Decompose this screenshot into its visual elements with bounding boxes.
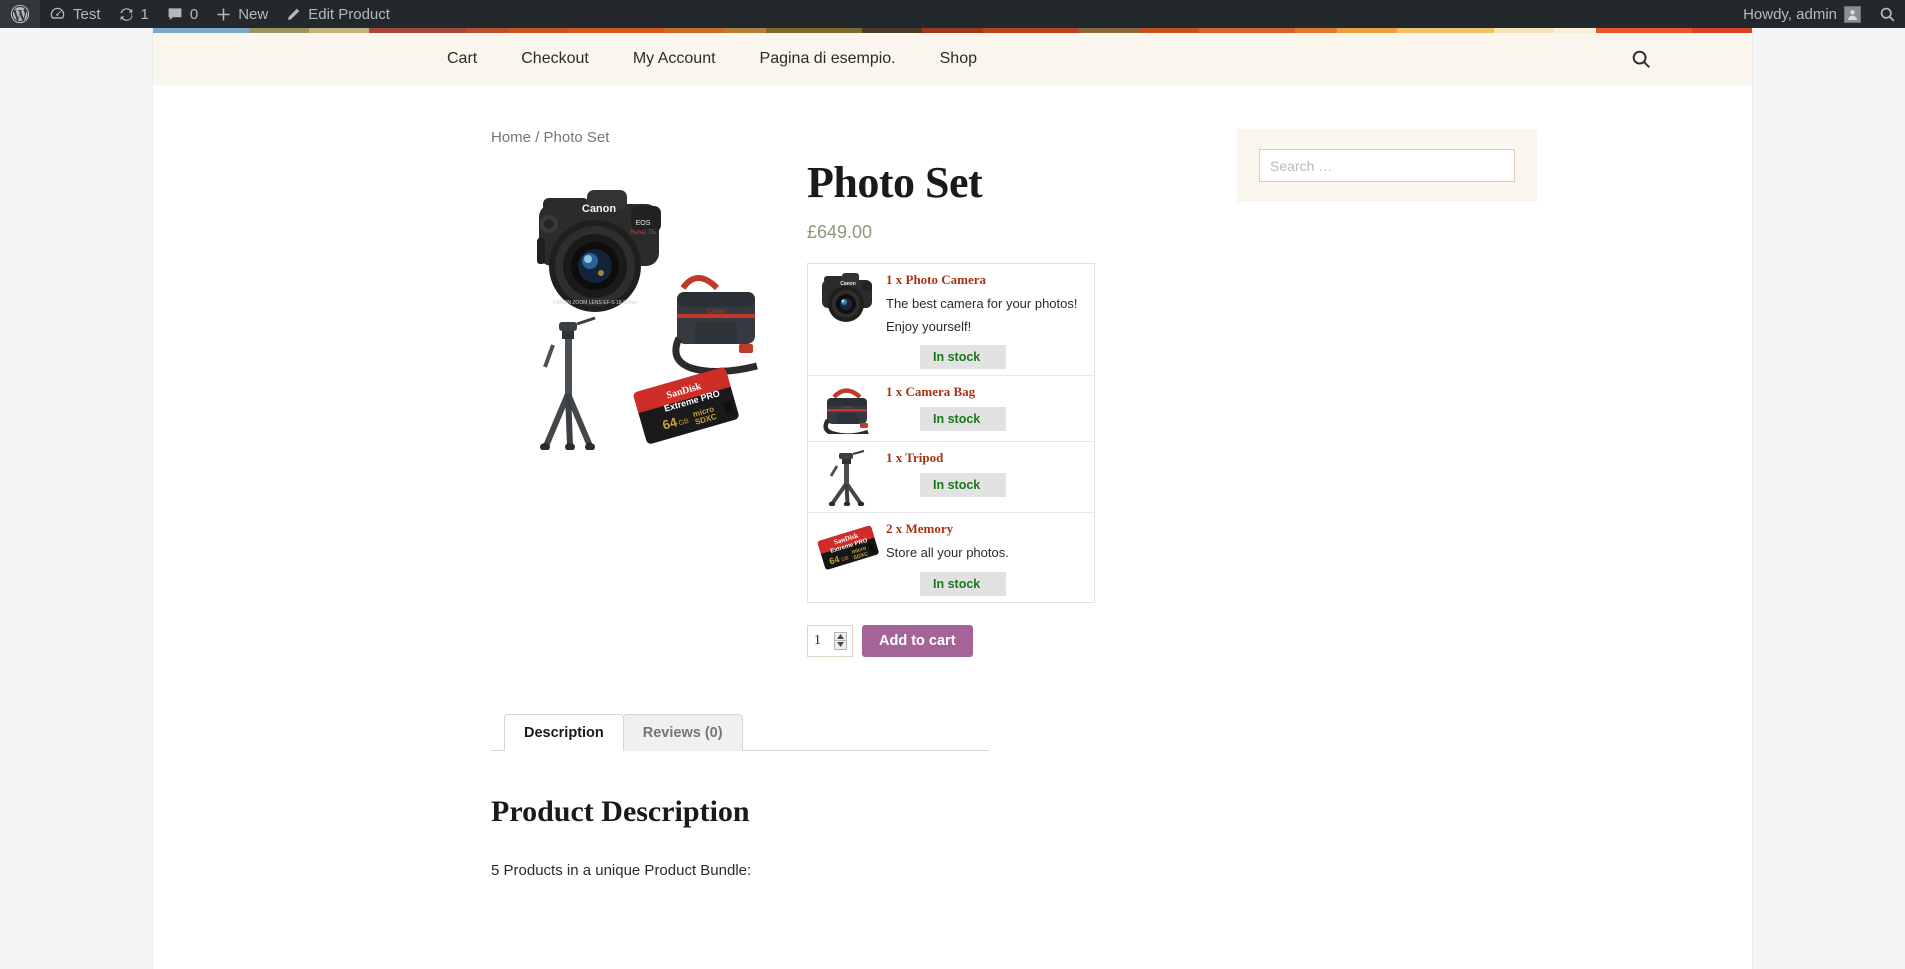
stock-badge: In stock [920, 571, 1006, 596]
new-content-label: New [238, 5, 269, 23]
breadcrumb-current: Photo Set [543, 129, 610, 146]
description-text: 5 Products in a unique Product Bundle: [491, 861, 752, 879]
tab-description[interactable]: Description [504, 713, 624, 751]
add-to-cart-form: Add to cart [807, 624, 1097, 657]
search-input[interactable] [1259, 149, 1515, 182]
bundle-item-thumbnail[interactable]: Canon [808, 382, 886, 435]
header-search-toggle[interactable] [1626, 44, 1656, 74]
search-widget [1237, 129, 1537, 202]
primary-column: Home / Photo Set Canon EOS Rebel T5i CAN… [153, 129, 1173, 879]
svg-text:EOS: EOS [636, 220, 651, 227]
dashboard-icon [49, 6, 66, 23]
page-title: Photo Set [807, 158, 983, 207]
description-heading: Product Description [491, 794, 750, 828]
site-wrapper: Cart Checkout My Account Pagina di esempio.… [152, 28, 1753, 969]
quantity-spinner[interactable] [834, 631, 847, 650]
add-to-cart-button[interactable]: Add to cart [862, 624, 973, 657]
quantity-input[interactable] [814, 632, 834, 649]
nav-item-cart[interactable]: Cart [425, 33, 499, 85]
search-icon [1879, 6, 1896, 23]
site-name-menu-item[interactable]: Test [40, 0, 110, 28]
sidebar [1173, 129, 1633, 879]
breadcrumb-home-link[interactable]: Home [491, 129, 531, 146]
updates-menu-item[interactable]: 1 [110, 0, 158, 28]
bundle-item-description: The best camera for your photos! [886, 295, 1078, 311]
wordpress-logo-icon [9, 3, 31, 25]
bundle-item-row: 1 x Tripod In stock [808, 442, 1094, 514]
stock-badge: In stock [920, 472, 1006, 497]
bundle-item-thumbnail[interactable]: SanDisk Extreme PRO 64 GB micro SDXC [808, 519, 886, 595]
bundle-item-info: 2 x Memory Store all your photos. In stock [886, 519, 1094, 596]
nav-item-pagina-di-esempio[interactable]: Pagina di esempio. [738, 33, 918, 85]
site-name-label: Test [73, 5, 101, 23]
edit-product-menu-item[interactable]: Edit Product [277, 0, 399, 28]
wp-admin-bar: Test 1 0 New Edit Product Howdy, admin [0, 0, 1905, 28]
svg-text:CANON ZOOM LENS EF-S 18-55mm: CANON ZOOM LENS EF-S 18-55mm [553, 300, 637, 306]
admin-bar-search-button[interactable] [1870, 0, 1905, 28]
svg-text:Canon: Canon [840, 281, 856, 287]
new-content-menu-item[interactable]: New [207, 0, 277, 28]
quantity-increment-button[interactable] [834, 631, 847, 641]
tab-reviews-0[interactable]: Reviews (0) [622, 713, 743, 751]
primary-menu: Cart Checkout My Account Pagina di esempio.… [425, 33, 999, 85]
howdy-label: Howdy, admin [1743, 5, 1837, 23]
bundle-item-row: SanDisk Extreme PRO 64 GB micro SDXC 2 x… [808, 513, 1094, 601]
bundle-item-row: Canon 1 x Camera Bag In stock [808, 376, 1094, 443]
product-price: £649.00 [807, 222, 873, 243]
admin-bar-left-group: Test 1 0 New Edit Product [0, 0, 399, 28]
product-summary-wrapper: Canon EOS Rebel T5i CANON ZOOM LENS EF-S… [491, 158, 1173, 657]
site-navigation-bar: Cart Checkout My Account Pagina di esempio.… [153, 33, 1752, 85]
comments-menu-item[interactable]: 0 [158, 0, 207, 28]
bundle-item-description: Store all your photos. [886, 544, 1009, 560]
avatar [1844, 5, 1861, 23]
plus-icon [216, 7, 231, 22]
my-account-menu-item[interactable]: Howdy, admin [1734, 0, 1870, 28]
product-main-image[interactable]: Canon EOS Rebel T5i CANON ZOOM LENS EF-S… [491, 162, 779, 450]
nav-item-my-account[interactable]: My Account [611, 33, 738, 85]
description-panel: Product Description 5 Products in a uniq… [491, 751, 989, 879]
updates-count: 1 [140, 5, 149, 23]
breadcrumb-separator: / [535, 129, 540, 146]
svg-text:Canon: Canon [707, 309, 725, 315]
edit-product-label: Edit Product [308, 5, 390, 23]
bundle-item-info: 1 x Photo Camera The best camera for your… [886, 270, 1094, 370]
bundle-item-row: Canon 1 x Photo Camera The best camera fo… [808, 264, 1094, 377]
bundle-item-name: 1 x Tripod [886, 450, 944, 466]
bundle-item-description: Enjoy yourself! [886, 318, 972, 334]
bundle-item-name: 2 x Memory [886, 521, 954, 537]
svg-text:Canon: Canon [841, 404, 853, 409]
product-summary: Photo Set £649.00 Canon 1 x Photo Camera… [807, 158, 1097, 657]
nav-item-checkout[interactable]: Checkout [499, 33, 611, 85]
content-area: Home / Photo Set Canon EOS Rebel T5i CAN… [153, 85, 1752, 879]
quantity-stepper[interactable] [807, 624, 853, 657]
update-icon [119, 7, 134, 22]
wp-logo-menu-item[interactable] [0, 0, 40, 28]
product-tabs-section: Description Reviews (0) Product Descripti… [491, 713, 989, 879]
bundle-item-name: 1 x Camera Bag [886, 384, 976, 400]
quantity-decrement-button[interactable] [834, 640, 847, 650]
pencil-icon [286, 7, 301, 22]
admin-bar-right-group: Howdy, admin [1734, 0, 1905, 28]
breadcrumb: Home / Photo Set [491, 129, 1173, 146]
nav-item-shop[interactable]: Shop [918, 33, 999, 85]
comment-bubble-icon [167, 6, 183, 22]
bundle-item-info: 1 x Tripod In stock [886, 448, 1094, 506]
stock-badge: In stock [920, 345, 1006, 370]
bundle-item-info: 1 x Camera Bag In stock [886, 382, 1094, 435]
comments-count: 0 [189, 5, 199, 23]
bundle-item-name: 1 x Photo Camera [886, 272, 987, 288]
bundle-item-thumbnail[interactable] [808, 448, 886, 507]
svg-text:Canon: Canon [582, 203, 617, 215]
stock-badge: In stock [920, 406, 1006, 431]
bundle-item-thumbnail[interactable]: Canon [808, 270, 886, 369]
product-tabs: Description Reviews (0) [491, 713, 989, 751]
svg-text:Rebel T5i: Rebel T5i [630, 230, 656, 236]
bundled-products-table: Canon 1 x Photo Camera The best camera fo… [807, 263, 1095, 603]
